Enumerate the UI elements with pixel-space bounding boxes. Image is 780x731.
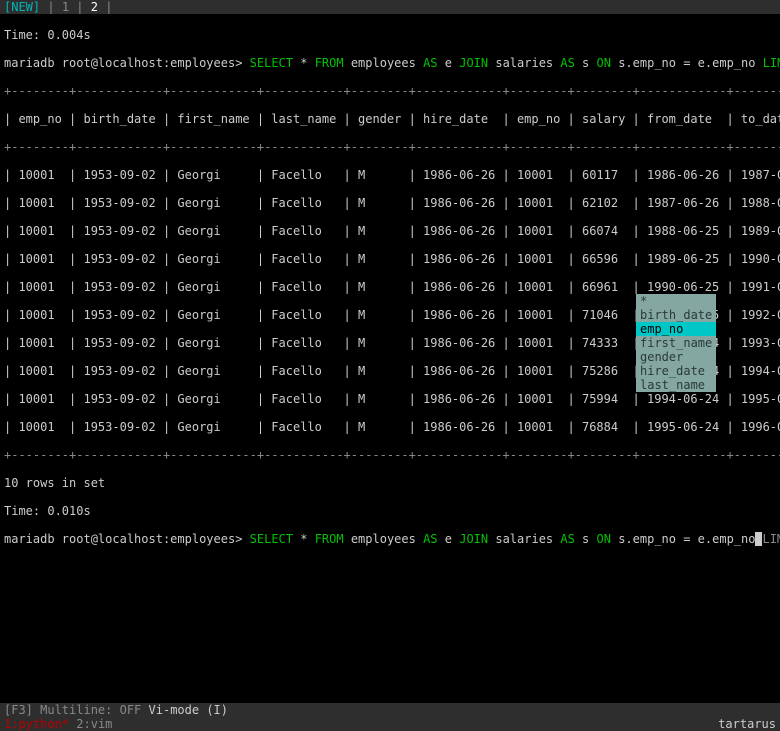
tab-2-active[interactable]: 2 [91,0,105,14]
multiline-toggle[interactable]: [F3] Multiline: OFF [4,703,141,717]
tmux-window-2[interactable]: 2:vim [76,717,112,731]
tab-1[interactable]: 1 [62,0,69,14]
tab-sep: | [47,0,61,14]
prompt-host: mariadb root@localhost:employees> [4,532,250,546]
sql-kw-join: JOIN [459,532,488,546]
tab-sep: | [76,0,90,14]
autocomplete-popup[interactable]: * birth_dateemp_no first_namegender hire… [636,294,716,392]
table-row: | 10001 | 1953-09-02 | Georgi | Facello … [4,252,776,266]
autocomplete-item[interactable]: birth_date [636,308,716,322]
tmux-status-bar[interactable]: 1:python* 2:vim tartarus [0,717,780,731]
sql-kw-as: AS [560,532,574,546]
time-line-2: Time: 0.010s [4,504,776,518]
tmux-window-1-active[interactable]: 1:python* [4,717,69,731]
sql-kw-as: AS [423,56,437,70]
top-tab-bar[interactable]: [NEW] | 1 | 2 | [0,0,780,14]
table-row: | 10001 | 1953-09-02 | Georgi | Facello … [4,392,776,406]
table-row: | 10001 | 1953-09-02 | Georgi | Facello … [4,280,776,294]
prompt-host: mariadb root@localhost:employees> [4,56,250,70]
sql-kw-limit-suggest: LIMIT [762,532,780,546]
table-row: | 10001 | 1953-09-02 | Georgi | Facello … [4,168,776,182]
sql-kw-on: ON [597,532,611,546]
vi-mode-indicator: Vi-mode (I) [149,703,228,717]
sql-kw-on: ON [597,56,611,70]
rows-in-set: 10 rows in set [4,476,776,490]
sql-kw-select: SELECT [250,56,293,70]
table-row: | 10001 | 1953-09-02 | Georgi | Facello … [4,420,776,434]
tab-new[interactable]: [NEW] [4,0,40,14]
sql-kw-from: FROM [315,532,344,546]
table-border: +--------+------------+------------+----… [4,84,776,98]
sql-kw-as: AS [423,532,437,546]
sql-kw-select: SELECT [250,532,293,546]
sql-kw-join: JOIN [459,56,488,70]
tmux-hostname: tartarus [718,717,776,731]
table-row: | 10001 | 1953-09-02 | Georgi | Facello … [4,224,776,238]
sql-kw-limit: LIMIT [763,56,780,70]
time-line-1: Time: 0.004s [4,28,776,42]
prompt-line-1: mariadb root@localhost:employees> SELECT… [4,56,776,70]
sql-kw-as: AS [560,56,574,70]
autocomplete-item[interactable]: emp_no [636,322,716,336]
autocomplete-item[interactable]: * [636,294,716,308]
table-row: | 10001 | 1953-09-02 | Georgi | Facello … [4,196,776,210]
autocomplete-item[interactable]: first_name [636,336,716,350]
table-border: +--------+------------+------------+----… [4,140,776,154]
sql-kw-from: FROM [315,56,344,70]
terminal-output[interactable]: Time: 0.004s mariadb root@localhost:empl… [0,14,780,560]
autocomplete-item[interactable]: hire_date [636,364,716,378]
prompt-line-2[interactable]: mariadb root@localhost:employees> SELECT… [4,532,776,546]
table-border: +--------+------------+------------+----… [4,448,776,462]
table-header: | emp_no | birth_date | first_name | las… [4,112,776,126]
autocomplete-item[interactable]: last_name [636,378,716,392]
autocomplete-item[interactable]: gender [636,350,716,364]
cli-status-bar: [F3] Multiline: OFF Vi-mode (I) [0,703,780,717]
tab-sep: | [105,0,112,14]
